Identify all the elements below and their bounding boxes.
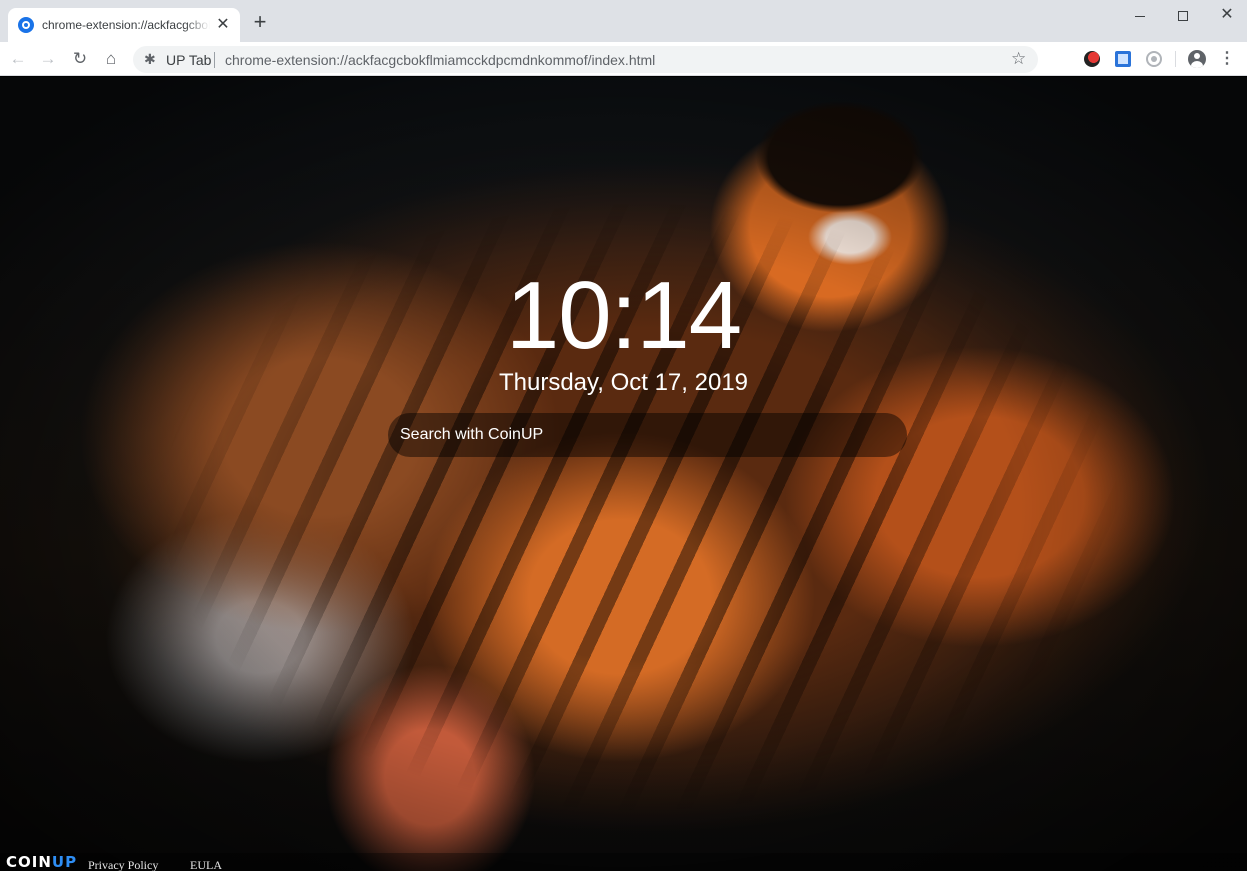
minimize-button[interactable]: [1120, 4, 1160, 26]
back-button[interactable]: ←: [6, 47, 30, 71]
tab-title: chrome-extension://ackfacgcbokflmiamcckd…: [42, 18, 210, 32]
address-bar[interactable]: ✱ UP Tab chrome-extension://ackfacgcbokf…: [133, 46, 1038, 73]
profile-avatar-icon[interactable]: [1188, 50, 1206, 68]
search-input[interactable]: [388, 413, 907, 457]
maximize-button[interactable]: [1163, 4, 1203, 26]
forward-button[interactable]: →: [36, 47, 60, 71]
kebab-menu-icon[interactable]: ⋮: [1219, 48, 1235, 70]
extension-gray-icon[interactable]: [1146, 51, 1162, 67]
eula-link[interactable]: EULA: [190, 858, 222, 871]
bookmark-star-icon[interactable]: ☆: [1011, 49, 1026, 69]
coinup-logo[interactable]: COINUP: [6, 853, 77, 871]
window-close-button[interactable]: ✕: [1207, 4, 1247, 26]
footer-bar: COINUP Privacy Policy EULA: [0, 853, 1247, 871]
new-tab-page: 10:14 Thursday, Oct 17, 2019 COINUP Priv…: [0, 77, 1247, 871]
extension-red-icon[interactable]: [1084, 51, 1100, 67]
logo-text-main: COIN: [6, 853, 52, 871]
maximize-icon: [1178, 11, 1188, 22]
reload-button[interactable]: ↻: [68, 47, 92, 71]
new-tab-button[interactable]: +: [250, 11, 270, 33]
extension-blue-icon[interactable]: [1115, 51, 1131, 67]
url-text[interactable]: chrome-extension://ackfacgcbokflmiamcckd…: [225, 52, 655, 68]
toolbar-divider: [1175, 51, 1176, 67]
site-chip[interactable]: UP Tab: [166, 52, 211, 68]
minimize-icon: [1135, 15, 1145, 17]
logo-text-accent: UP: [51, 853, 78, 871]
title-bar: chrome-extension://ackfacgcbokflmiamcckd…: [0, 0, 1247, 42]
privacy-policy-link[interactable]: Privacy Policy: [88, 858, 158, 871]
browser-toolbar: ← → ↻ ⌂ ✱ UP Tab chrome-extension://ackf…: [0, 42, 1247, 76]
clock: 10:14: [505, 262, 742, 369]
home-button[interactable]: ⌂: [99, 47, 123, 71]
active-tab[interactable]: chrome-extension://ackfacgcbokflmiamcckd…: [8, 8, 240, 42]
tab-close-icon[interactable]: ✕: [214, 16, 232, 34]
puzzle-icon: ✱: [144, 51, 156, 67]
date-label: Thursday, Oct 17, 2019: [498, 369, 749, 396]
extension-favicon-icon: [18, 17, 34, 33]
background-vignette: [0, 77, 1247, 871]
address-divider: [214, 52, 215, 68]
